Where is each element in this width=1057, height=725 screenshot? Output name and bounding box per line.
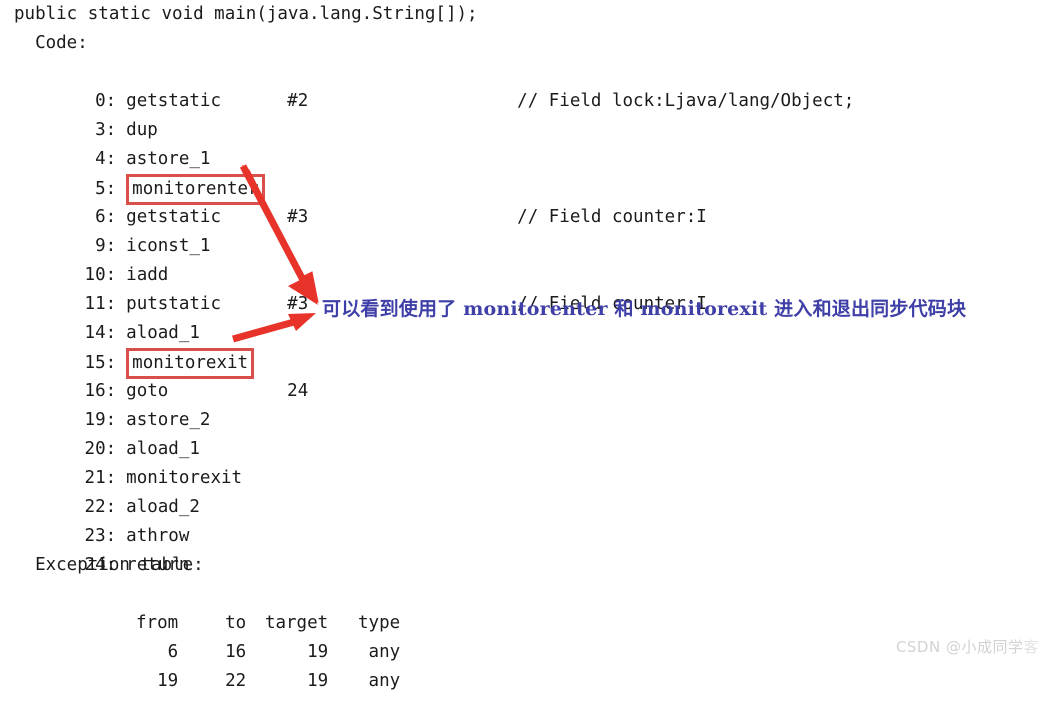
exception-table-row: 19 22 19 any (14, 638, 400, 691)
exception-table-row: 6 16 19 any (14, 609, 401, 662)
instruction-row: 10: iadd (0, 232, 517, 285)
instruction-row: 16: goto 24 (0, 348, 517, 401)
instruction-row: 22: aload_2 (0, 464, 517, 517)
instruction-row: 19: astore_2 (0, 377, 517, 430)
instruction-row: 3: dup (0, 87, 517, 140)
code-section-label: Code: (14, 33, 88, 53)
instruction-row: 20: aload_1 (0, 406, 517, 459)
instruction-row: 24: return (0, 522, 517, 575)
instruction-row-monitorenter: 5: monitorenter (0, 145, 265, 205)
instruction-comment: // Field lock:Ljava/lang/Object; (517, 91, 855, 111)
watermark-text: CSDN @小成同学 (895, 638, 1024, 656)
instruction-comment: // Field counter:I (517, 207, 707, 227)
instruction-row: 0: getstatic #2// Field lock:Ljava/lang/Ob… (0, 58, 854, 111)
instruction-row: 21: monitorexit (0, 435, 517, 488)
bytecode-listing: public static void main(java.lang.String… (0, 0, 1057, 691)
csdn-watermark: CSDN @小成同学客 (896, 636, 1039, 657)
instruction-row: 23: athrow (0, 493, 517, 546)
instruction-row-monitorexit: 15: monitorexit (0, 319, 255, 379)
exception-cell-to: 22 (225, 671, 247, 691)
watermark-subtext: 客 (1023, 638, 1039, 656)
exception-table-header-row: from to target type (14, 580, 400, 633)
exception-cell-type: any (368, 671, 401, 691)
instruction-row: 9: iconst_1 (0, 203, 517, 256)
instruction-row: 11: putstatic #3// Field counter:I (0, 261, 707, 314)
exception-cell-from: 19 (157, 671, 179, 691)
exception-cell-target: 19 (307, 671, 329, 691)
exception-table-title: Exception table: (14, 555, 204, 575)
instruction-row: 6: getstatic #3// Field counter:I (0, 174, 707, 227)
annotation-note: 可以看到使用了 monitorenter 和 monitorexit 进入和退出… (322, 298, 967, 320)
method-signature: public static void main(java.lang.String… (14, 4, 478, 24)
instruction-row: 4: astore_1 (0, 116, 517, 169)
